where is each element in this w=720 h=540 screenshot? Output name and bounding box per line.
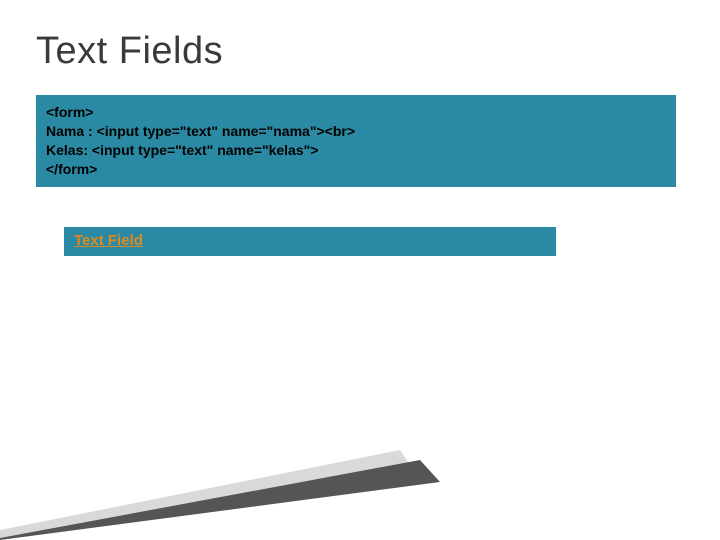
decorative-wedge (0, 420, 720, 540)
code-line: </form> (46, 160, 666, 179)
code-line: <form> (46, 103, 666, 122)
slide-title: Text Fields (36, 30, 684, 73)
slide: Text Fields <form> Nama : <input type="t… (0, 0, 720, 540)
code-block: <form> Nama : <input type="text" name="n… (36, 95, 676, 187)
text-field-link[interactable]: Text Field (74, 232, 143, 249)
code-line: Kelas: <input type="text" name="kelas"> (46, 141, 666, 160)
code-line: Nama : <input type="text" name="nama"><b… (46, 122, 666, 141)
link-block: Text Field (64, 227, 556, 256)
